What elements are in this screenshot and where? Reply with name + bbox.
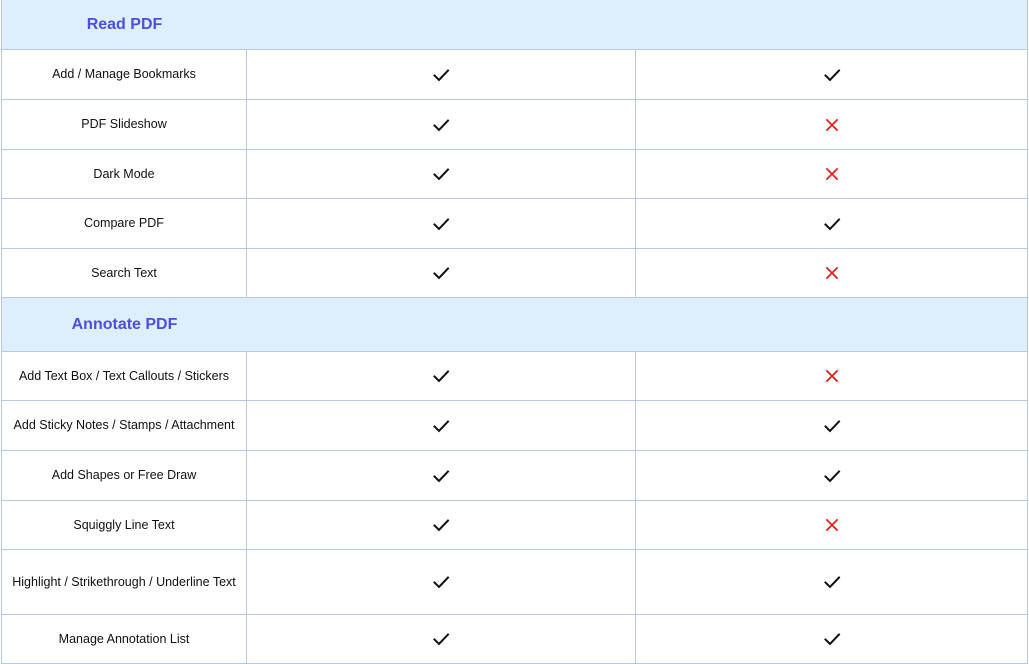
feature-label: Add Sticky Notes / Stamps / Attachment [2,401,247,450]
check-icon [247,249,636,297]
section-title: Read PDF [86,15,163,33]
table-row: Manage Annotation List [2,615,1027,664]
table-row: PDF Slideshow [2,100,1027,150]
check-icon [247,150,636,198]
check-icon [636,401,1027,450]
feature-label: Dark Mode [2,150,247,198]
feature-label: Manage Annotation List [2,615,247,663]
section-header-read-pdf: Read PDF [2,0,1027,50]
cross-icon [636,249,1027,297]
cross-icon [636,501,1027,549]
cross-icon [636,100,1027,149]
check-icon [636,199,1027,248]
table-row: Add Sticky Notes / Stamps / Attachment [2,401,1027,451]
feature-label: PDF Slideshow [2,100,247,149]
table-row: Dark Mode [2,150,1027,199]
feature-label: Add Text Box / Text Callouts / Stickers [2,352,247,400]
check-icon [247,550,636,614]
table-row: Add Shapes or Free Draw [2,451,1027,501]
check-icon [247,615,636,663]
cross-icon [636,150,1027,198]
feature-label: Compare PDF [2,199,247,248]
feature-label: Add / Manage Bookmarks [2,50,247,99]
check-icon [636,615,1027,663]
check-icon [636,451,1027,500]
check-icon [247,451,636,500]
table-row: Compare PDF [2,199,1027,249]
cross-icon [636,352,1027,400]
feature-label: Squiggly Line Text [2,501,247,549]
section-title: Annotate PDF [71,315,178,333]
check-icon [247,199,636,248]
feature-label: Highlight / Strikethrough / Underline Te… [2,550,247,614]
check-icon [247,401,636,450]
check-icon [636,550,1027,614]
check-icon [247,100,636,149]
check-icon [247,50,636,99]
table-row: Squiggly Line Text [2,501,1027,550]
check-icon [247,501,636,549]
check-icon [636,50,1027,99]
table-row: Search Text [2,249,1027,298]
feature-comparison-table: Read PDF Add / Manage Bookmarks PDF Slid… [1,0,1028,664]
section-header-annotate-pdf: Annotate PDF [2,298,1027,352]
feature-label: Search Text [2,249,247,297]
table-row: Add Text Box / Text Callouts / Stickers [2,352,1027,401]
check-icon [247,352,636,400]
table-row: Add / Manage Bookmarks [2,50,1027,100]
table-row: Highlight / Strikethrough / Underline Te… [2,550,1027,615]
feature-label: Add Shapes or Free Draw [2,451,247,500]
